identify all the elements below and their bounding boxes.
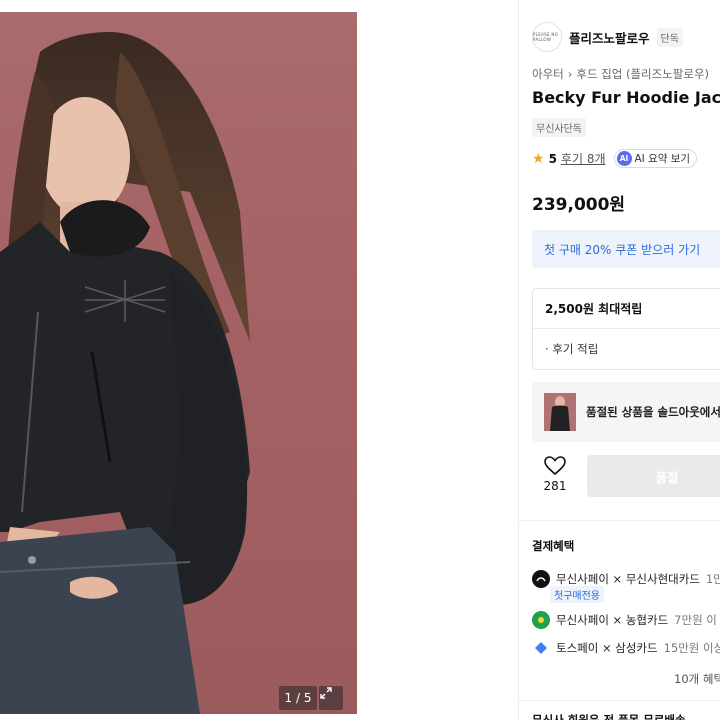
brand-name[interactable]: 플리즈노팔로우 bbox=[569, 28, 650, 47]
ai-summary-label: AI 요약 보기 bbox=[634, 153, 691, 165]
product-photo bbox=[0, 32, 251, 714]
like-button[interactable]: 281 bbox=[539, 456, 571, 493]
review-points: · 후기 적립 bbox=[545, 342, 599, 356]
product-price: 239,000원 bbox=[532, 195, 626, 215]
expand-icon[interactable] bbox=[319, 686, 343, 710]
product-thumbnail bbox=[544, 393, 576, 431]
payment-benefits-title: 결제혜택 bbox=[532, 539, 575, 553]
benefit-item-nh-card[interactable]: 무신사페이 × 농협카드 7만원 이 bbox=[532, 611, 717, 629]
musinsa-pay-icon bbox=[532, 570, 550, 588]
max-points[interactable]: 2,500원 최대적립 bbox=[533, 289, 720, 329]
benefit-name: 무신사페이 × 무신사현대카드 bbox=[556, 572, 700, 586]
heart-icon bbox=[544, 456, 566, 476]
ai-summary-button[interactable]: AI AI 요약 보기 bbox=[613, 149, 698, 168]
toss-pay-icon bbox=[532, 639, 550, 657]
benefit-note: 1만 bbox=[705, 572, 720, 586]
benefit-note: 7만원 이 bbox=[674, 613, 717, 627]
review-count-link[interactable]: 후기 8개 bbox=[561, 150, 606, 167]
free-shipping-notice: 무신사 회원은 전 품목 무료배송 bbox=[532, 713, 686, 720]
product-title: Becky Fur Hoodie Jacket bbox=[532, 88, 720, 107]
divider bbox=[519, 520, 720, 521]
soldout-banner[interactable]: 품절된 상품을 솔드아웃에서 bbox=[532, 382, 720, 442]
product-info-panel: PLEASE NO PALLOW 플리즈노팔로우 단독 아우터 › 후드 집업 … bbox=[518, 0, 720, 720]
more-benefits-link[interactable]: 10개 혜택 bbox=[674, 671, 720, 687]
breadcrumb-separator: › bbox=[567, 67, 573, 81]
rating-row: ★ 5 후기 8개 AI AI 요약 보기 bbox=[532, 149, 698, 168]
benefit-name: 토스페이 × 삼성카드 bbox=[556, 641, 658, 655]
like-count: 281 bbox=[543, 479, 567, 493]
divider bbox=[519, 700, 720, 701]
first-purchase-only-tag: 첫구매전용 bbox=[550, 586, 604, 603]
rating-value: 5 bbox=[548, 151, 557, 166]
soldout-banner-text: 품절된 상품을 솔드아웃에서 bbox=[586, 405, 720, 419]
nh-card-icon bbox=[532, 611, 550, 629]
product-image-gallery[interactable]: 1 / 5 bbox=[0, 12, 357, 714]
breadcrumb-item-hood-zipup[interactable]: 후드 집업 (플리즈노팔로우) bbox=[576, 66, 709, 82]
breadcrumb: 아우터 › 후드 집업 (플리즈노팔로우) bbox=[532, 66, 709, 82]
brand-logo-text: PLEASE NO PALLOW bbox=[533, 32, 559, 42]
points-box: 2,500원 최대적립 · 후기 적립 bbox=[532, 288, 720, 370]
brand-exclusive-tag: 단독 bbox=[656, 27, 683, 47]
benefit-name: 무신사페이 × 농협카드 bbox=[556, 613, 669, 627]
image-counter: 1 / 5 bbox=[279, 686, 317, 710]
exclusive-badge: 무신사단독 bbox=[532, 118, 586, 137]
ai-icon: AI bbox=[616, 151, 632, 166]
star-icon: ★ bbox=[532, 150, 545, 167]
brand-logo[interactable]: PLEASE NO PALLOW bbox=[532, 22, 562, 52]
first-purchase-coupon-button[interactable]: 첫 구매 20% 쿠폰 받으러 가기 bbox=[532, 230, 720, 268]
brand-row[interactable]: PLEASE NO PALLOW 플리즈노팔로우 단독 bbox=[532, 22, 683, 52]
breadcrumb-item-outer[interactable]: 아우터 bbox=[532, 66, 564, 82]
benefit-note: 15만원 이상 bbox=[663, 641, 720, 655]
soldout-button[interactable]: 품절 bbox=[587, 455, 720, 497]
benefit-item-toss-samsung[interactable]: 토스페이 × 삼성카드 15만원 이상 bbox=[532, 639, 720, 657]
